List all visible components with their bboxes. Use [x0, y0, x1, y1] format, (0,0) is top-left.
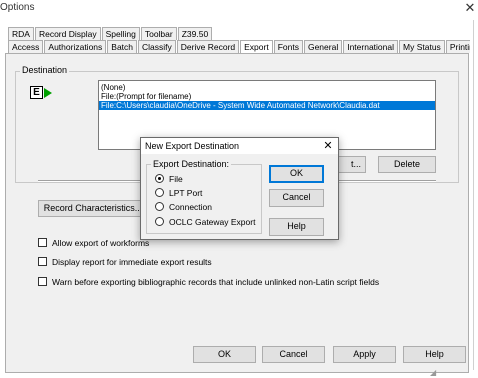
tab-export[interactable]: Export: [240, 40, 273, 54]
tab-general[interactable]: General: [303, 40, 343, 53]
tab-fonts[interactable]: Fonts: [273, 40, 303, 53]
warn-non-latin-checkbox[interactable]: [38, 277, 47, 286]
warn-non-latin-label: Warn before exporting bibliographic reco…: [52, 277, 380, 287]
tab-row-1: RDA Record Display Spelling Toolbar Z39.…: [8, 27, 213, 40]
apply-button[interactable]: Apply: [333, 346, 396, 363]
export-icon: E: [30, 86, 54, 100]
radio-lpt-port-label: LPT Port: [169, 188, 203, 198]
allow-workforms-label: Allow export of workforms: [52, 238, 150, 248]
radio-connection[interactable]: [155, 202, 164, 211]
record-characteristics-button[interactable]: Record Characteristics...: [38, 200, 148, 217]
allow-workforms-checkbox[interactable]: [38, 238, 47, 247]
tab-row-2: Access Authorizations Batch Classify Der…: [8, 40, 478, 54]
display-report-checkbox[interactable]: [38, 257, 47, 266]
window-close-icon[interactable]: ✕: [463, 1, 477, 15]
destination-list-item[interactable]: (None): [99, 83, 435, 92]
radio-file-label: File: [169, 174, 183, 184]
display-report-label: Display report for immediate export resu…: [52, 257, 212, 267]
export-e-icon: E: [30, 86, 43, 99]
window-title: Options: [0, 2, 35, 13]
destination-list-item-selected[interactable]: File:C:\Users\claudia\OneDrive - System …: [99, 101, 435, 110]
dialog-title: New Export Destination: [145, 141, 240, 151]
radio-file[interactable]: [155, 174, 164, 183]
window-right-border: [473, 20, 474, 370]
radio-lpt-port[interactable]: [155, 188, 164, 197]
tab-rda[interactable]: RDA: [8, 27, 34, 40]
tab-spelling[interactable]: Spelling: [101, 27, 140, 40]
tab-z3950[interactable]: Z39.50: [177, 27, 213, 40]
tab-my-status[interactable]: My Status: [399, 40, 445, 53]
new-export-destination-dialog: New Export Destination ✕ Export Destinat…: [140, 137, 339, 240]
green-arrow-icon: [44, 88, 52, 98]
tab-record-display[interactable]: Record Display: [34, 27, 101, 40]
dialog-ok-button[interactable]: OK: [269, 165, 324, 183]
tab-classify[interactable]: Classify: [138, 40, 176, 53]
dialog-help-button[interactable]: Help: [269, 218, 324, 236]
resize-grip-icon[interactable]: ◢: [430, 368, 440, 378]
destination-list-item[interactable]: File:(Prompt for filename): [99, 92, 435, 101]
tab-authorizations[interactable]: Authorizations: [44, 40, 107, 53]
ok-button[interactable]: OK: [193, 346, 256, 363]
tab-toolbar[interactable]: Toolbar: [140, 27, 177, 40]
radio-oclc-gateway-label: OCLC Gateway Export: [169, 217, 256, 227]
radio-connection-label: Connection: [169, 202, 213, 212]
dialog-close-icon[interactable]: ✕: [321, 139, 335, 153]
tab-derive-record[interactable]: Derive Record: [176, 40, 240, 53]
tab-batch[interactable]: Batch: [107, 40, 138, 53]
window-right-edge: [470, 20, 478, 378]
delete-button[interactable]: Delete: [378, 156, 436, 173]
dialog-cancel-button[interactable]: Cancel: [269, 189, 324, 207]
tab-access[interactable]: Access: [8, 40, 44, 53]
help-button[interactable]: Help: [403, 346, 466, 363]
radio-oclc-gateway[interactable]: [155, 217, 164, 226]
export-destination-label: Export Destination:: [151, 159, 232, 169]
cancel-button[interactable]: Cancel: [262, 346, 325, 363]
destination-label: Destination: [20, 65, 70, 75]
tab-international[interactable]: International: [343, 40, 399, 53]
